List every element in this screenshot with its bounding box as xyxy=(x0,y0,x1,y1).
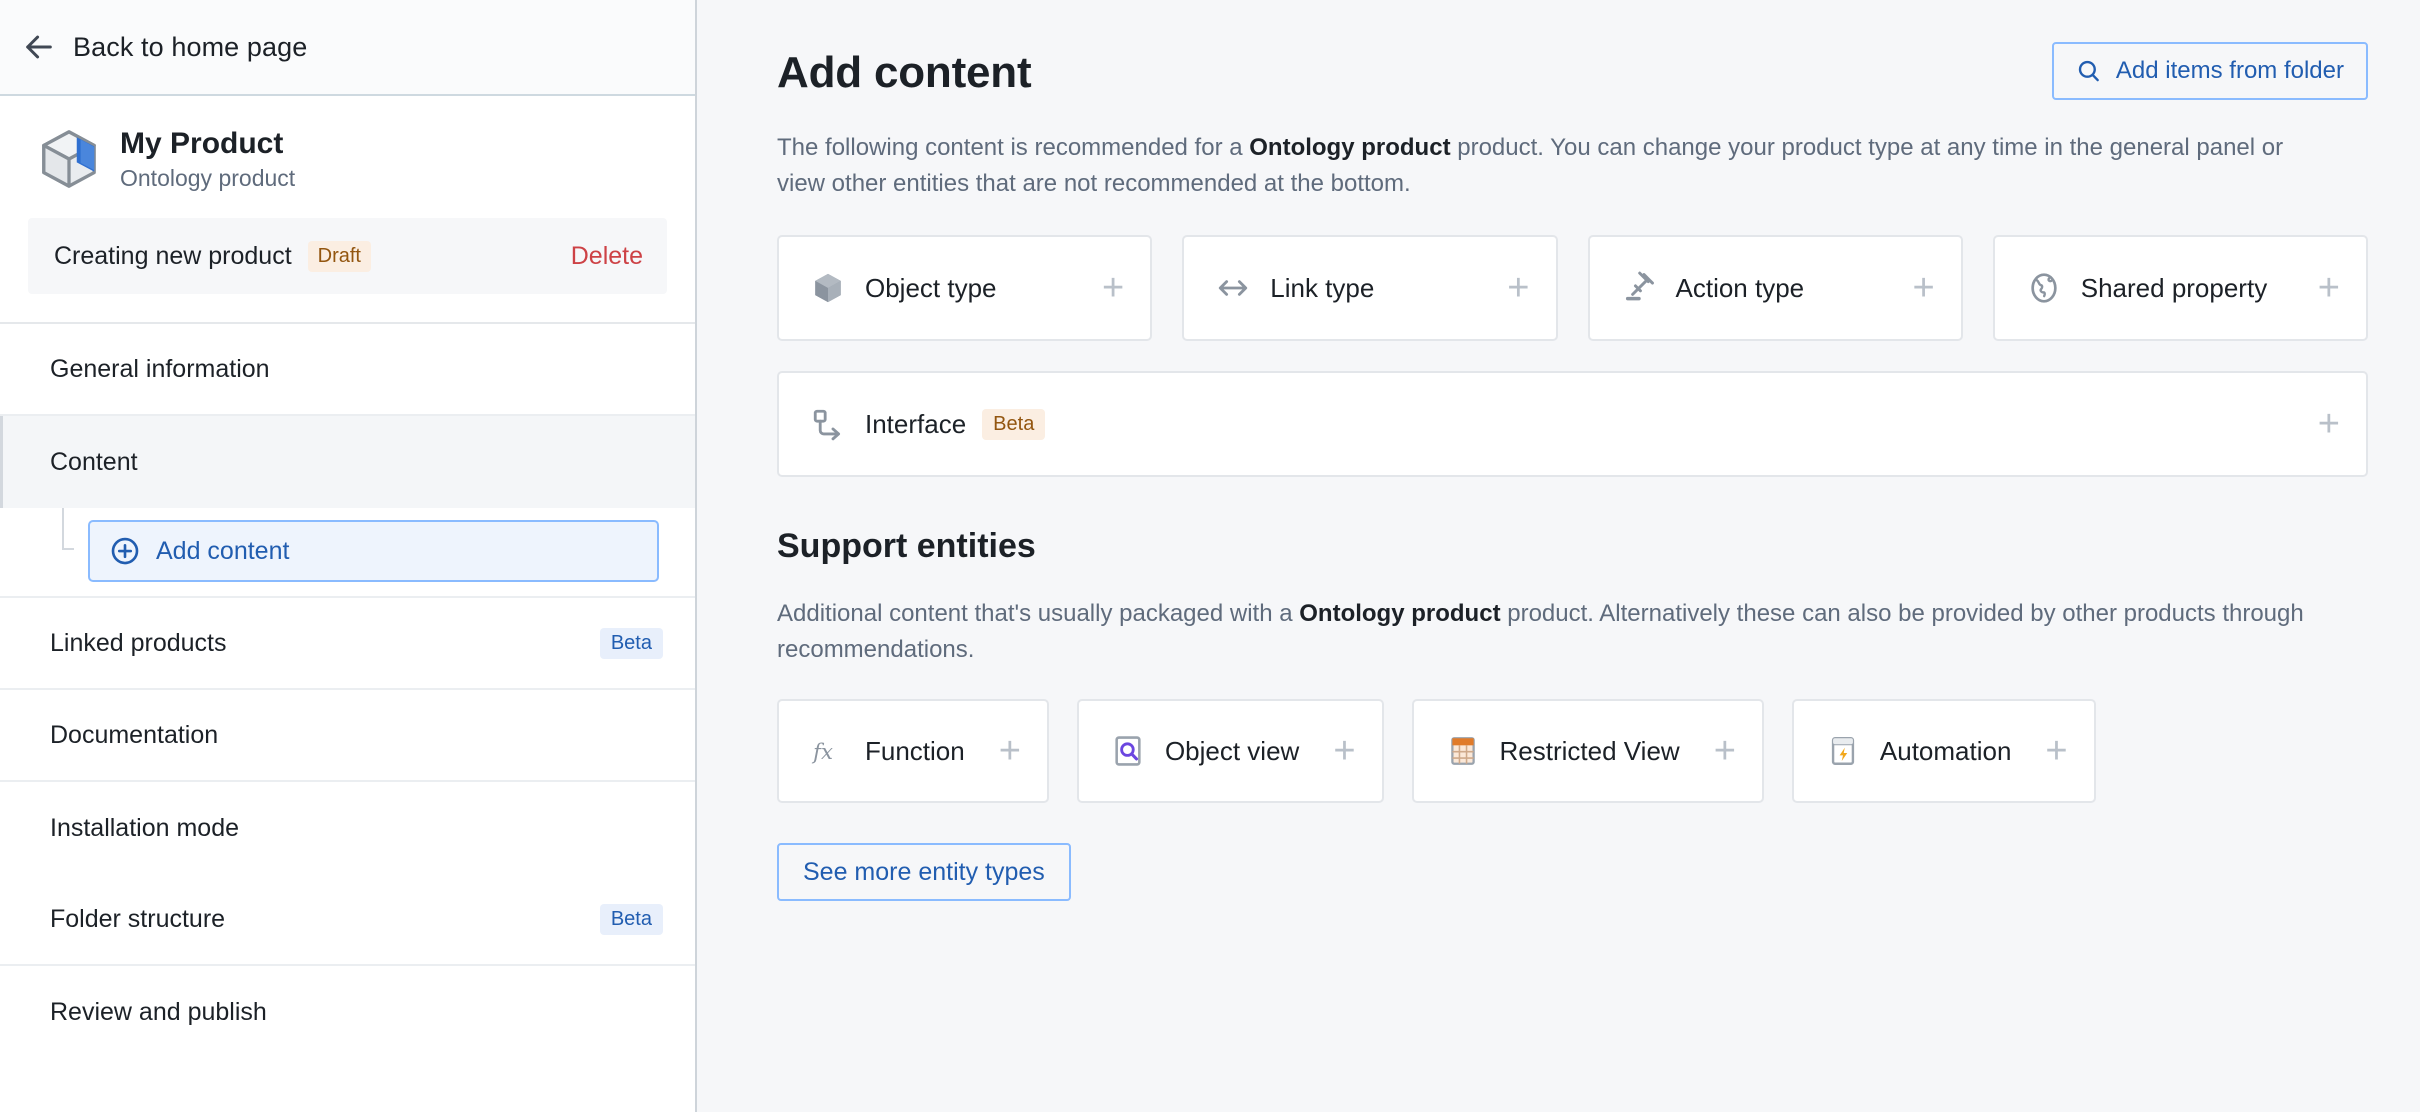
add-entity-plus-icon[interactable]: + xyxy=(2284,405,2340,443)
entity-card-label: Interface xyxy=(865,408,967,439)
active-accent xyxy=(0,782,3,874)
gavel-icon xyxy=(1625,271,1654,301)
support-lede-prefix: Additional content that's usually packag… xyxy=(777,600,1300,628)
beta-badge: Beta xyxy=(599,903,663,935)
sidebar-item-general-information[interactable]: General information xyxy=(0,324,695,417)
magnifier-doc-icon xyxy=(1115,736,1141,766)
entity-card-automation[interactable]: Automation + xyxy=(1791,699,2096,804)
entity-card-label: Object type xyxy=(865,272,997,303)
add-entity-plus-icon[interactable]: + xyxy=(1879,269,1935,307)
entity-card-restricted-view[interactable]: Restricted View + xyxy=(1411,699,1764,804)
entity-card-label: Automation xyxy=(1879,735,2012,766)
sidebar-item-folder-structure[interactable]: Folder structure Beta xyxy=(0,874,695,967)
see-more-entity-types-button[interactable]: See more entity types xyxy=(777,843,1071,902)
entity-card-link-type[interactable]: Link type + xyxy=(1182,235,1558,342)
entity-card-label: Action type xyxy=(1675,272,1805,303)
sidebar-item-label: Documentation xyxy=(50,720,219,749)
active-accent xyxy=(0,966,3,1058)
support-entities-description: Additional content that's usually packag… xyxy=(777,596,2337,667)
product-name: My Product xyxy=(120,127,284,160)
recommended-cards-row: Object type + Link type + Action type + xyxy=(777,235,2368,342)
plus-circle-icon xyxy=(111,538,139,565)
add-entity-plus-icon[interactable]: + xyxy=(1473,269,1529,307)
add-entity-plus-icon[interactable]: + xyxy=(1068,269,1124,307)
sidebar-item-add-content[interactable]: Add content xyxy=(88,520,659,583)
add-items-from-folder-label: Add items from folder xyxy=(2115,57,2344,84)
active-accent xyxy=(0,598,3,688)
support-lede-product-type: Ontology product xyxy=(1299,600,1501,628)
sidebar-item-label: Linked products xyxy=(50,628,227,657)
active-accent xyxy=(0,690,3,780)
globe-icon xyxy=(2031,273,2057,303)
lede-product-type: Ontology product xyxy=(1249,134,1451,161)
active-accent xyxy=(0,874,3,964)
support-entities-title: Support entities xyxy=(777,527,1036,566)
product-type: Ontology product xyxy=(120,165,296,192)
recommended-description: The following content is recommended for… xyxy=(777,130,2337,201)
entity-card-action-type[interactable]: Action type + xyxy=(1587,235,1963,342)
svg-text:fx: fx xyxy=(811,740,833,765)
sidebar-item-installation-mode[interactable]: Installation mode xyxy=(0,782,695,874)
tree-connector-vertical xyxy=(62,508,64,551)
active-accent xyxy=(0,324,3,414)
entity-card-object-view[interactable]: Object view + xyxy=(1076,699,1384,804)
entity-card-label: Function xyxy=(865,735,965,766)
add-entity-plus-icon[interactable]: + xyxy=(1299,732,1355,770)
cube-outline-icon xyxy=(815,273,841,303)
main-header: Add content Add items from folder xyxy=(777,36,2368,100)
cube-icon xyxy=(42,130,96,188)
tree-connector-horizontal xyxy=(62,548,74,551)
lede-prefix: The following content is recommended for… xyxy=(777,134,1250,161)
back-arrow-icon xyxy=(26,35,52,59)
sidebar-subitem-label: Add content xyxy=(156,536,290,565)
beta-badge: Beta xyxy=(982,408,1046,440)
entity-card-function[interactable]: fx Function + xyxy=(777,699,1049,804)
add-entity-plus-icon[interactable]: + xyxy=(965,732,1021,770)
sidebar: Back to home page My Product Ontology pr… xyxy=(0,0,697,1112)
main-panel: Add content Add items from folder The fo… xyxy=(697,0,2420,1112)
page-title: Add content xyxy=(777,48,1032,97)
function-fx-icon: fx xyxy=(811,740,833,765)
sidebar-item-label: General information xyxy=(50,354,270,383)
product-header: My Product Ontology product xyxy=(0,96,695,214)
sidebar-item-label: Review and publish xyxy=(50,997,267,1026)
entity-card-shared-property[interactable]: Shared property + xyxy=(1992,235,2368,342)
entity-card-object-type[interactable]: Object type + xyxy=(777,235,1153,342)
interface-icon xyxy=(813,409,841,441)
delete-button[interactable]: Delete xyxy=(571,242,643,271)
search-icon xyxy=(2078,60,2099,82)
active-accent xyxy=(0,416,3,509)
add-items-from-folder-button[interactable]: Add items from folder xyxy=(2051,42,2368,100)
sidebar-subitem-wrap: Add content xyxy=(0,508,695,599)
add-entity-plus-icon[interactable]: + xyxy=(2011,732,2067,770)
entity-card-label: Shared property xyxy=(2080,272,2268,303)
add-entity-plus-icon[interactable]: + xyxy=(2284,269,2340,307)
product-text: My Product Ontology product xyxy=(120,126,295,192)
entity-card-label: Restricted View xyxy=(1499,735,1680,766)
app-root: Back to home page My Product Ontology pr… xyxy=(0,0,2420,1112)
entity-card-interface[interactable]: Interface Beta + xyxy=(777,371,2368,478)
lightning-window-icon xyxy=(1831,737,1855,766)
draft-status-text: Creating new product xyxy=(54,241,292,270)
status-badge: Draft xyxy=(307,240,371,272)
back-to-home-label: Back to home page xyxy=(73,31,308,62)
sidebar-item-label: Installation mode xyxy=(50,813,240,842)
table-orange-icon xyxy=(1450,737,1475,765)
entity-card-label: Object view xyxy=(1164,735,1300,766)
support-cards-row: fx Function + Object view + Restricted V… xyxy=(777,699,2368,804)
back-to-home-button[interactable]: Back to home page xyxy=(0,0,695,96)
sidebar-nav: General information Content Add content xyxy=(0,324,695,1058)
sidebar-item-label: Folder structure xyxy=(50,904,226,933)
add-entity-plus-icon[interactable]: + xyxy=(1680,732,1736,770)
sidebar-item-documentation[interactable]: Documentation xyxy=(0,690,695,783)
beta-badge: Beta xyxy=(599,627,663,659)
sidebar-item-linked-products[interactable]: Linked products Beta xyxy=(0,598,695,691)
sidebar-item-review-and-publish[interactable]: Review and publish xyxy=(0,966,695,1058)
sidebar-item-content[interactable]: Content xyxy=(0,416,695,509)
sidebar-item-label: Content xyxy=(50,447,138,476)
double-arrow-icon xyxy=(1219,280,1248,296)
entity-card-label: Link type xyxy=(1270,272,1375,303)
draft-status-row: Creating new product Draft Delete xyxy=(28,218,667,295)
